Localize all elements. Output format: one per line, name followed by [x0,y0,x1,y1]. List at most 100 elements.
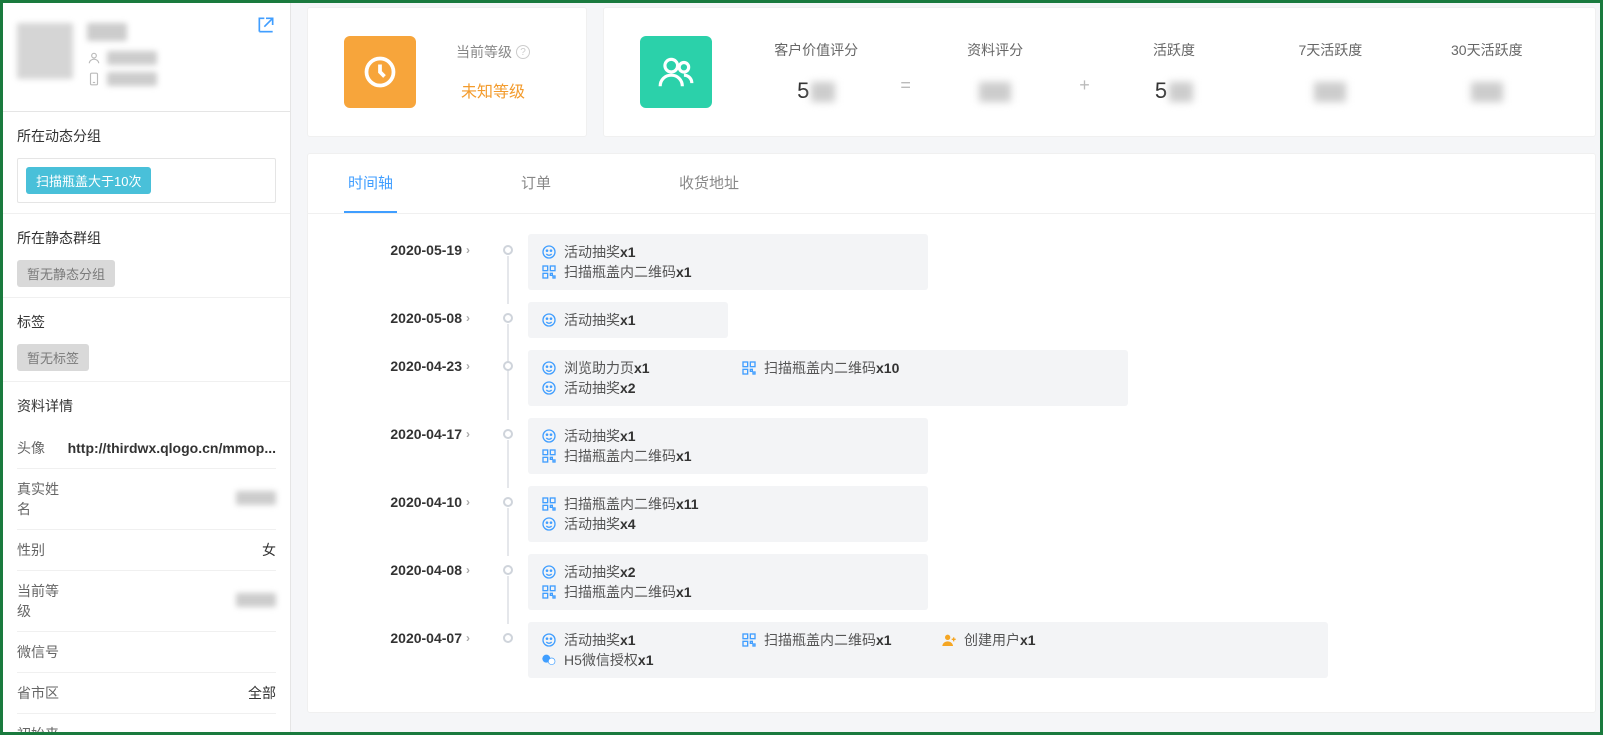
main: 当前等级 ? 未知等级 客户价值评分5=资料评分+活跃度57天活跃度30天活跃度… [291,3,1600,732]
help-icon[interactable]: ? [516,45,530,59]
static-group-section: 所在静态群组 暂无静态分组 [3,214,290,298]
event-text: 活动抽奖x4 [564,514,636,534]
timeline-date[interactable]: 2020-04-07› [348,622,488,646]
timeline-row: 2020-05-08› 活动抽奖x1 [348,302,1555,338]
user-add-icon [940,631,958,649]
circle-user-icon [540,311,558,329]
section-title: 所在动态分组 [17,126,276,146]
timeline-row: 2020-04-08› 活动抽奖x2扫描瓶盖内二维码x1 [348,554,1555,610]
timeline-row: 2020-04-17› 活动抽奖x1扫描瓶盖内二维码x1 [348,418,1555,474]
events-bar: 扫描瓶盖内二维码x11活动抽奖x4 [528,486,928,542]
timeline-axis [488,554,528,575]
metric-value [923,78,1067,104]
event-text: 活动抽奖x1 [564,310,636,330]
avatar [17,23,73,79]
level-card: 当前等级 ? 未知等级 [307,7,587,137]
events-bar: 活动抽奖x1扫描瓶盖内二维码x1 [528,234,928,290]
events-bar: 活动抽奖x1 扫描瓶盖内二维码x1创建用户x1 H5微信授权x1 [528,622,1328,678]
event-item[interactable]: 活动抽奖x1 [540,426,740,446]
event-item[interactable]: 活动抽奖x2 [540,562,740,582]
event-item[interactable]: 活动抽奖x2 [540,378,740,398]
circle-user-icon [540,515,558,533]
timeline-axis [488,234,528,255]
events-bar: 浏览助力页x1 扫描瓶盖内二维码x10活动抽奖x2 [528,350,1128,406]
circle-user-icon [540,379,558,397]
detail-table: 头像http://thirdwx.qlogo.cn/mmop...真实姓名性别女… [17,428,276,732]
event-item[interactable]: 活动抽奖x4 [540,514,740,534]
sidebar: 所在动态分组 扫描瓶盖大于10次 所在静态群组 暂无静态分组 标签 暂无标签 资… [3,3,291,732]
timeline-date[interactable]: 2020-04-08› [348,554,488,578]
event-text: 扫描瓶盖内二维码x11 [564,494,699,514]
detail-value [60,571,276,632]
timeline: 2020-05-19›活动抽奖x1扫描瓶盖内二维码x12020-05-08›活动… [308,214,1595,710]
level-label: 当前等级 ? [456,42,530,62]
event-item[interactable]: 扫描瓶盖内二维码x1 [540,262,740,282]
person-icon [87,51,101,65]
circle-user-icon [540,563,558,581]
event-item[interactable]: 浏览助力页x1 [540,358,740,378]
tab-时间轴[interactable]: 时间轴 [344,154,397,213]
timeline-date[interactable]: 2020-04-17› [348,418,488,442]
metric-value: 5 [744,78,888,104]
event-item[interactable]: 活动抽奖x1 [540,242,740,262]
timeline-row: 2020-04-23› 浏览助力页x1 扫描瓶盖内二维码x10活动抽奖x2 [348,350,1555,406]
event-text: H5微信授权x1 [564,650,653,670]
event-text: 扫描瓶盖内二维码x1 [564,582,692,602]
metric-label: 7天活跃度 [1258,40,1402,60]
event-text: 浏览助力页x1 [564,358,650,378]
section-title: 资料详情 [17,396,276,416]
event-item[interactable]: 活动抽奖x1 [540,310,740,330]
qr-icon [540,263,558,281]
static-group-empty: 暂无静态分组 [17,260,115,287]
qr-icon [740,631,758,649]
clock-icon [344,36,416,108]
user-card [3,3,290,112]
timeline-date[interactable]: 2020-05-19› [348,234,488,258]
event-text: 活动抽奖x1 [564,630,636,650]
metric: 资料评分 [923,40,1067,104]
event-item[interactable]: 创建用户x1 [940,630,1140,650]
circle-user-icon [540,359,558,377]
timeline-date[interactable]: 2020-04-10› [348,486,488,510]
details-section: 资料详情 头像http://thirdwx.qlogo.cn/mmop...真实… [3,382,290,732]
detail-value: 全部 [60,673,276,714]
metric-value: 5 [1102,78,1246,104]
events-bar: 活动抽奖x2扫描瓶盖内二维码x1 [528,554,928,610]
timeline-axis [488,622,528,643]
edit-icon[interactable] [256,15,276,35]
event-item[interactable]: 扫描瓶盖内二维码x1 [740,630,940,650]
level-value: 未知等级 [456,78,530,102]
tab-收货地址[interactable]: 收货地址 [675,154,743,213]
event-text: 活动抽奖x1 [564,426,636,446]
qr-icon [540,495,558,513]
qr-icon [540,583,558,601]
event-item[interactable]: H5微信授权x1 [540,650,740,670]
event-item[interactable]: 活动抽奖x1 [540,630,740,650]
event-item[interactable]: 扫描瓶盖内二维码x1 [540,582,740,602]
detail-value [60,632,276,673]
operator: = [900,75,911,104]
event-item[interactable]: 扫描瓶盖内二维码x1 [540,446,740,466]
circle-user-icon [540,631,558,649]
timeline-date[interactable]: 2020-04-23› [348,350,488,374]
timeline-axis [488,350,528,371]
detail-value: 女 [60,530,276,571]
chevron-right-icon: › [466,311,470,325]
dynamic-group-section: 所在动态分组 扫描瓶盖大于10次 [3,112,290,214]
detail-label: 头像 [17,428,60,469]
metric-label: 活跃度 [1102,40,1246,60]
metric: 客户价值评分5 [744,40,888,104]
tags-empty: 暂无标签 [17,344,89,371]
section-title: 标签 [17,312,276,332]
timeline-date[interactable]: 2020-05-08› [348,302,488,326]
timeline-axis [488,418,528,439]
timeline-axis [488,302,528,323]
detail-value: http://thirdwx.qlogo.cn/mmop... [60,428,276,469]
chevron-right-icon: › [466,359,470,373]
tab-订单[interactable]: 订单 [517,154,555,213]
wechat-icon [540,651,558,669]
event-item[interactable]: 扫描瓶盖内二维码x10 [740,358,940,378]
dynamic-group-tag[interactable]: 扫描瓶盖大于10次 [26,167,151,194]
event-item[interactable]: 扫描瓶盖内二维码x11 [540,494,740,514]
detail-label: 当前等级 [17,571,60,632]
